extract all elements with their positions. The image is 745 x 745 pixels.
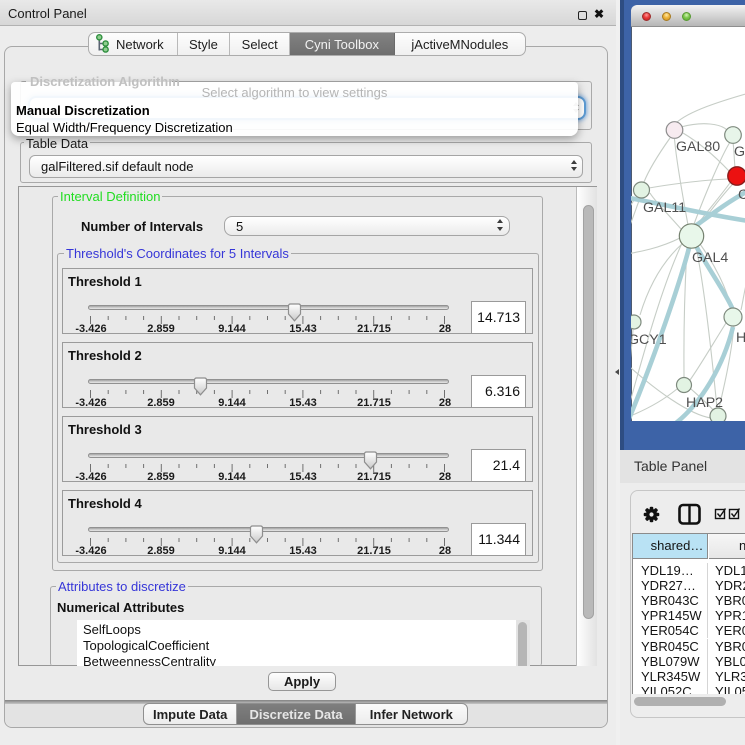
svg-text:GCY1: GCY1 — [631, 332, 667, 348]
svg-text:GA: GA — [734, 144, 745, 160]
svg-text:HAP2: HAP2 — [686, 395, 723, 411]
svg-text:GAL4: GAL4 — [692, 250, 728, 266]
svg-text:H: H — [736, 330, 745, 346]
svg-text:C: C — [738, 187, 745, 203]
svg-text:GAL80: GAL80 — [676, 139, 720, 155]
svg-text:GAL11: GAL11 — [643, 200, 686, 216]
